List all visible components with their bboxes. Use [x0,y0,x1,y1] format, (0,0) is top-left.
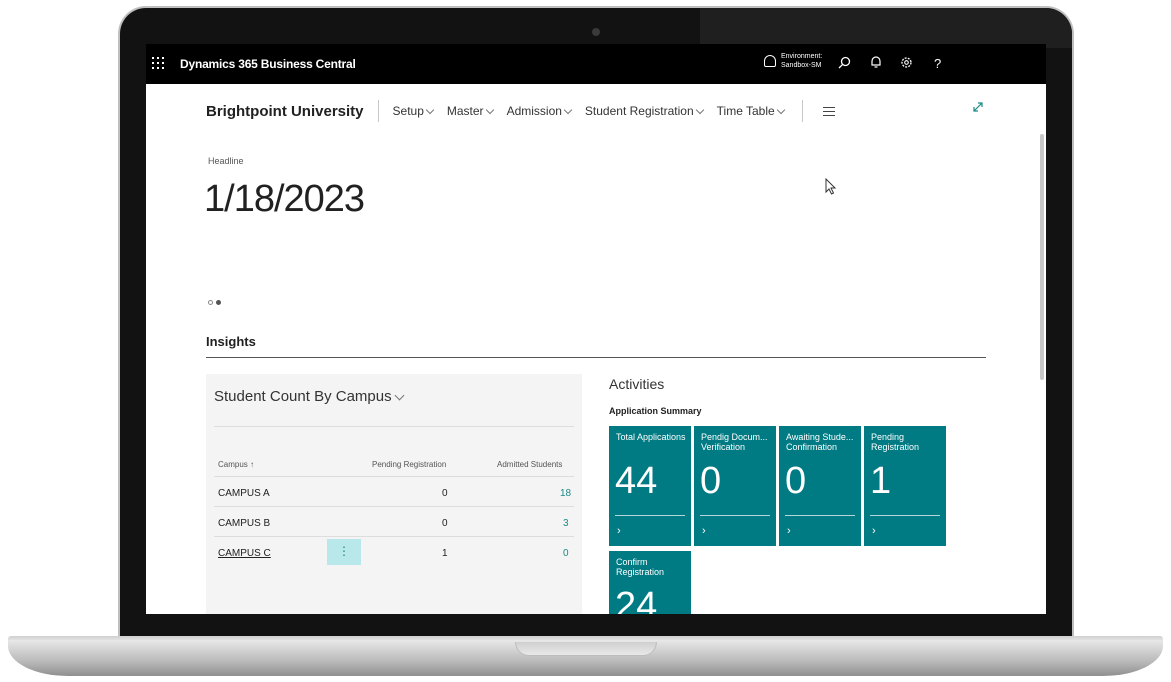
column-header-campus[interactable]: Campus ↑ [218,460,254,469]
chevron-down-icon [425,105,435,114]
bell-icon[interactable] [870,56,882,72]
table-row[interactable]: CAMPUS C ⋮ 1 0 [214,536,574,566]
cue-tile-pending-document-verification[interactable]: Pendig Docum... Verification 0 › [694,426,776,546]
cue-value: 0 [785,460,807,502]
nav-item-master[interactable]: Master [447,104,494,118]
admitted-cell[interactable]: 18 [560,488,571,499]
bezel-highlight [700,8,1072,48]
admitted-cell[interactable]: 3 [563,518,569,529]
laptop-lid-notch [515,642,657,656]
hamburger-menu-icon[interactable] [822,106,835,116]
chevron-right-icon: › [787,525,791,537]
chevron-right-icon: › [617,525,621,537]
activities-heading: Activities [609,376,665,392]
chevron-down-icon [776,105,785,114]
environment-indicator[interactable]: Environment: Sandbox-SM [764,52,822,70]
nav-item-student-registration[interactable]: Student Registration [585,104,704,118]
column-header-pending-registration[interactable]: Pending Registration [372,460,446,469]
pending-cell: 0 [442,518,448,529]
app-title[interactable]: Dynamics 365 Business Central [180,57,356,71]
nav-item-setup[interactable]: Setup [393,104,435,118]
cue-tile-awaiting-student-confirmation[interactable]: Awaiting Stude... Confirmation 0 › [779,426,861,546]
app-screen: Dynamics 365 Business Central Environmen… [146,44,1046,614]
nav-item-admission[interactable]: Admission [507,104,573,118]
cue-value: 0 [700,460,722,502]
nav-divider [801,100,803,122]
pending-cell: 1 [442,548,448,559]
chevron-down-icon [394,390,405,400]
student-count-part: Student Count By Campus Campus ↑ Pending… [206,374,582,614]
expand-icon[interactable] [972,100,984,116]
help-icon[interactable]: ? [934,56,941,71]
row-actions-button[interactable]: ⋮ [327,539,361,565]
chevron-down-icon [485,105,494,114]
app-bar: Dynamics 365 Business Central Environmen… [146,44,1046,84]
cue-tile-confirm-registration[interactable]: Confirm Registration 24 [609,551,691,614]
environment-icon [764,55,776,67]
company-name[interactable]: Brightpoint University [206,103,364,120]
environment-label: Environment: [781,53,823,60]
chevron-down-icon [695,105,704,114]
pending-cell: 0 [442,488,448,499]
gear-icon[interactable] [900,56,913,72]
cue-tile-total-applications[interactable]: Total Applications 44 › [609,426,691,546]
table-row[interactable]: CAMPUS A 0 18 [214,476,574,506]
cue-value: 1 [870,460,892,502]
insights-heading: Insights [206,334,256,349]
part-divider [214,426,574,427]
environment-value: Sandbox-SM [781,62,822,69]
search-icon[interactable] [838,56,851,72]
column-header-admitted-students[interactable]: Admitted Students [497,460,562,469]
admitted-cell[interactable]: 0 [563,548,569,559]
headline-label: Headline [208,156,244,166]
app-launcher-icon[interactable] [152,57,164,69]
application-summary-heading: Application Summary [609,406,702,416]
chevron-down-icon [563,105,573,114]
cue-tile-pending-registration[interactable]: Pending Registration 1 › [864,426,946,546]
headline-pager[interactable] [208,300,221,305]
laptop-frame: Dynamics 365 Business Central Environmen… [0,0,1171,682]
campus-cell[interactable]: CAMPUS B [218,518,270,529]
table-row[interactable]: CAMPUS B 0 3 [214,506,574,536]
nav-divider [377,100,379,122]
chevron-right-icon: › [702,525,706,537]
pager-dot-active[interactable] [216,300,221,305]
insights-divider [206,357,986,358]
mouse-pointer-icon [825,177,837,200]
role-center-nav: Brightpoint University Setup Master Admi… [206,100,835,122]
cue-value: 44 [615,460,658,502]
part-title[interactable]: Student Count By Campus [214,388,405,405]
cue-value: 24 [615,585,658,614]
pager-dot[interactable] [208,300,213,305]
campus-cell[interactable]: CAMPUS C [218,548,271,559]
chevron-right-icon: › [872,525,876,537]
campus-cell[interactable]: CAMPUS A [218,488,270,499]
nav-item-time-table[interactable]: Time Table [717,104,785,118]
headline-value: 1/18/2023 [204,178,365,220]
webcam [592,28,600,36]
vertical-scrollbar[interactable] [1040,134,1044,380]
